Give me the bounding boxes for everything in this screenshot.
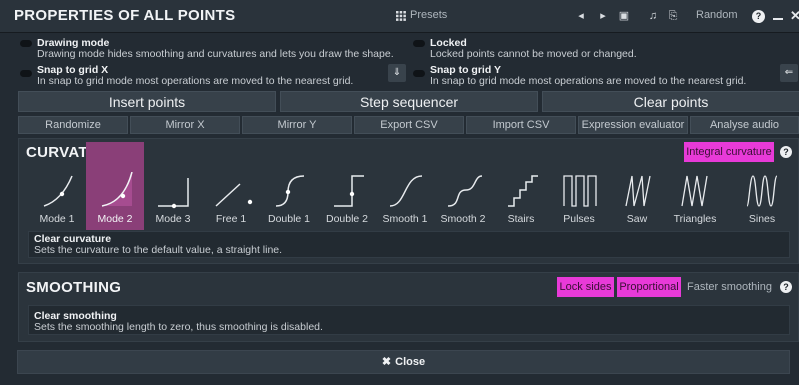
curvature-triangles[interactable]: Triangles <box>666 142 724 230</box>
smooth-2-curve-icon <box>447 175 483 207</box>
close-label: Close <box>395 356 426 368</box>
grid-icon <box>396 11 406 21</box>
curvature-double-2[interactable]: Double 2 <box>318 142 376 230</box>
randomize-button[interactable]: Randomize <box>18 116 128 134</box>
mode-label: Stairs <box>507 213 535 225</box>
lock-sides-button[interactable]: Lock sides <box>557 277 614 297</box>
export-csv-button[interactable]: Export CSV <box>354 116 464 134</box>
curvature-mode-2[interactable]: Mode 2 <box>86 142 144 230</box>
save-icon[interactable]: ▣ <box>617 9 631 23</box>
double-1-curve-icon <box>275 175 305 207</box>
curvature-mode-3[interactable]: Mode 3 <box>144 142 202 230</box>
stairs-curve-icon <box>508 175 538 207</box>
mode-label: Sines <box>748 213 776 225</box>
sines-curve-icon <box>746 175 778 207</box>
proportional-button[interactable]: Proportional <box>617 277 681 297</box>
snap-x-description: In snap to grid mode most operations are… <box>37 75 354 87</box>
smoothing-help-icon[interactable]: ? <box>780 281 792 293</box>
pulses-curve-icon <box>563 175 597 207</box>
drawing-mode-toggle[interactable] <box>20 40 32 47</box>
curvature-smooth-2[interactable]: Smooth 2 <box>434 142 492 230</box>
import-csv-button[interactable]: Import CSV <box>466 116 576 134</box>
curvature-smooth-1[interactable]: Smooth 1 <box>376 142 434 230</box>
presets-label: Presets <box>410 9 448 21</box>
locked-toggle[interactable] <box>413 40 425 47</box>
clear-points-button[interactable]: Clear points <box>542 91 799 112</box>
next-preset-icon[interactable]: ▸ <box>596 9 610 23</box>
mode-label: Mode 3 <box>155 213 191 225</box>
curvature-pulses[interactable]: Pulses <box>550 142 608 230</box>
analyse-audio-button[interactable]: Analyse audio <box>690 116 799 134</box>
free-1-curve-icon <box>215 183 253 207</box>
mode-1-curve-icon <box>43 175 73 207</box>
smooth-1-curve-icon <box>389 175 423 207</box>
locked-description: Locked points cannot be moved or changed… <box>430 48 637 60</box>
mode-label: Smooth 1 <box>382 213 428 225</box>
smoothing-info-description: Sets the smoothing length to zero, thus … <box>34 321 323 333</box>
faster-smoothing-button[interactable]: Faster smoothing <box>687 281 772 293</box>
drawing-mode-description: Drawing mode hides smoothing and curvatu… <box>37 48 394 60</box>
curvature-double-1[interactable]: Double 1 <box>260 142 318 230</box>
mode-3-curve-icon <box>158 178 189 209</box>
snap-x-toggle[interactable] <box>20 70 32 77</box>
mode-label: Pulses <box>563 213 595 225</box>
mode-label: Saw <box>626 213 648 225</box>
presets-button[interactable]: Presets <box>392 8 454 24</box>
curvature-info-description: Sets the curvature to the default value,… <box>34 244 283 256</box>
window-title: PROPERTIES OF ALL POINTS <box>14 7 236 24</box>
mode-label: Free 1 <box>215 213 247 225</box>
previous-preset-icon[interactable]: ◂ <box>574 9 588 23</box>
saw-curve-icon <box>625 175 651 207</box>
curvature-free-1[interactable]: Free 1 <box>202 142 260 230</box>
mode-label: Triangles <box>673 213 717 225</box>
curvature-sines[interactable]: Sines <box>733 142 791 230</box>
smoothing-title: SMOOTHING <box>26 279 122 296</box>
double-2-curve-icon <box>334 175 364 207</box>
snap-y-toggle[interactable] <box>413 70 425 77</box>
mode-2-curve-icon <box>101 172 133 207</box>
insert-points-button[interactable]: Insert points <box>18 91 276 112</box>
close-window-icon[interactable]: ✕ <box>790 8 799 24</box>
curvature-stairs[interactable]: Stairs <box>492 142 550 230</box>
mode-label: Double 2 <box>325 213 369 225</box>
close-x-icon: ✖ <box>381 356 392 368</box>
export-icon[interactable]: ⎘ <box>666 9 680 23</box>
help-icon[interactable]: ? <box>752 10 765 23</box>
mode-label: Mode 2 <box>97 213 133 225</box>
mode-label: Mode 1 <box>39 213 75 225</box>
triangles-curve-icon <box>681 175 708 207</box>
snap-y-description: In snap to grid mode most operations are… <box>430 75 747 87</box>
close-button[interactable]: ✖ Close <box>17 350 790 374</box>
expression-evaluator-button[interactable]: Expression evaluator <box>578 116 688 134</box>
mode-label: Double 1 <box>267 213 311 225</box>
snap-x-grid-button[interactable]: ⇓ <box>388 64 406 82</box>
random-button[interactable]: Random <box>696 9 738 21</box>
undo-icon[interactable]: ♫ <box>646 9 660 23</box>
curvature-saw[interactable]: Saw <box>608 142 666 230</box>
minimize-icon[interactable] <box>773 18 783 20</box>
mirror-y-button[interactable]: Mirror Y <box>242 116 352 134</box>
curvature-mode-1[interactable]: Mode 1 <box>28 142 86 230</box>
mode-label: Smooth 2 <box>440 213 486 225</box>
step-sequencer-button[interactable]: Step sequencer <box>280 91 538 112</box>
mirror-x-button[interactable]: Mirror X <box>130 116 240 134</box>
snap-y-grid-button[interactable]: ⇐ <box>780 64 798 82</box>
